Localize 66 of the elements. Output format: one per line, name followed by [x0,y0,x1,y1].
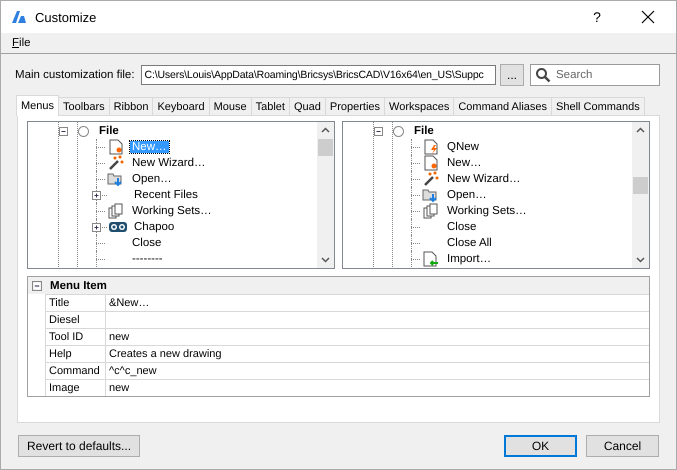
scrollbar[interactable] [632,122,649,268]
search-icon [535,67,551,83]
document-star-icon [424,155,438,171]
menu-tree[interactable]: File New… New Wizard… Open… Recent Files Working Sets… Chapoo Close -------- [27,121,335,269]
property-name: Tool ID [45,329,105,345]
property-value[interactable]: &New… [105,295,649,311]
tree-item[interactable]: Close [445,221,478,233]
property-name: Image [45,380,105,396]
app-logo-icon [11,10,27,24]
pages-icon [423,203,439,219]
pages-icon [108,203,124,219]
tree-item[interactable]: QNew [445,141,481,153]
tree-item[interactable]: Close [130,237,164,249]
document-bolt-icon [424,139,438,155]
ok-button[interactable]: OK [504,435,577,457]
scrollbar[interactable] [317,122,334,268]
help-button[interactable]: ? [574,9,620,25]
collapse-icon[interactable] [32,280,42,290]
expand-icon[interactable] [92,222,101,232]
browse-button[interactable]: ... [500,64,524,86]
tree-item[interactable]: Working Sets… [445,205,529,217]
tree-item[interactable]: Open… [130,173,174,185]
magic-wand-icon [422,171,440,187]
property-group-title: Menu Item [50,280,107,292]
expand-icon[interactable] [92,190,101,200]
tree-item[interactable]: File [414,125,434,137]
scroll-thumb[interactable] [318,139,333,156]
menu-tree[interactable]: File QNew New… New Wizard… Open… Working Sets… Close Close All Import… [342,121,650,269]
tab[interactable]: Shell Commands [551,97,645,116]
tree-item[interactable]: Recent Files [132,189,200,201]
tree-item[interactable]: New Wizard… [445,173,522,185]
goggles-icon [109,221,127,233]
collapse-icon[interactable] [374,126,383,136]
tree-item[interactable]: Working Sets… [130,205,214,217]
document-star-icon [109,139,123,155]
property-name: Title [45,295,105,311]
property-value[interactable]: Creates a new drawing [105,346,649,362]
tab[interactable]: Menus [16,95,60,116]
search-field[interactable]: Search [530,64,660,86]
close-icon[interactable] [641,10,655,24]
window-title: Customize [35,10,98,24]
property-value[interactable]: ^c^c_new [105,363,649,379]
document-arrow-icon [423,251,439,267]
circle-icon [393,126,404,136]
circle-icon [78,126,89,136]
menu-item[interactable]: File [9,37,34,49]
scroll-thumb[interactable] [633,177,648,194]
path-field[interactable]: C:\Users\Louis\AppData\Roaming\Bricsys\BricsCAD\V16x64\en_US\Suppc [140,65,496,85]
property-name: Diesel [45,312,105,328]
revert-button[interactable]: Revert to defaults... [18,435,140,457]
magic-wand-icon [107,155,125,171]
tree-item[interactable]: New Wizard… [130,157,208,169]
property-value[interactable]: new [105,329,649,345]
tree-item[interactable]: New… [445,157,484,169]
tree-item[interactable]: Import… [445,253,494,265]
tree-item[interactable]: Close All [445,237,494,249]
property-name: Help [45,346,105,362]
cancel-button[interactable]: Cancel [586,435,659,457]
property-name: Command [45,363,105,379]
collapse-icon[interactable] [59,126,68,136]
field-label: Main customization file: [15,69,135,81]
tree-item[interactable]: Chapoo [132,221,176,233]
tree-item[interactable]: -------- [130,253,165,265]
tree-item[interactable]: File [99,125,119,137]
property-value[interactable]: new [105,380,649,396]
tree-item[interactable]: Open… [445,189,489,201]
